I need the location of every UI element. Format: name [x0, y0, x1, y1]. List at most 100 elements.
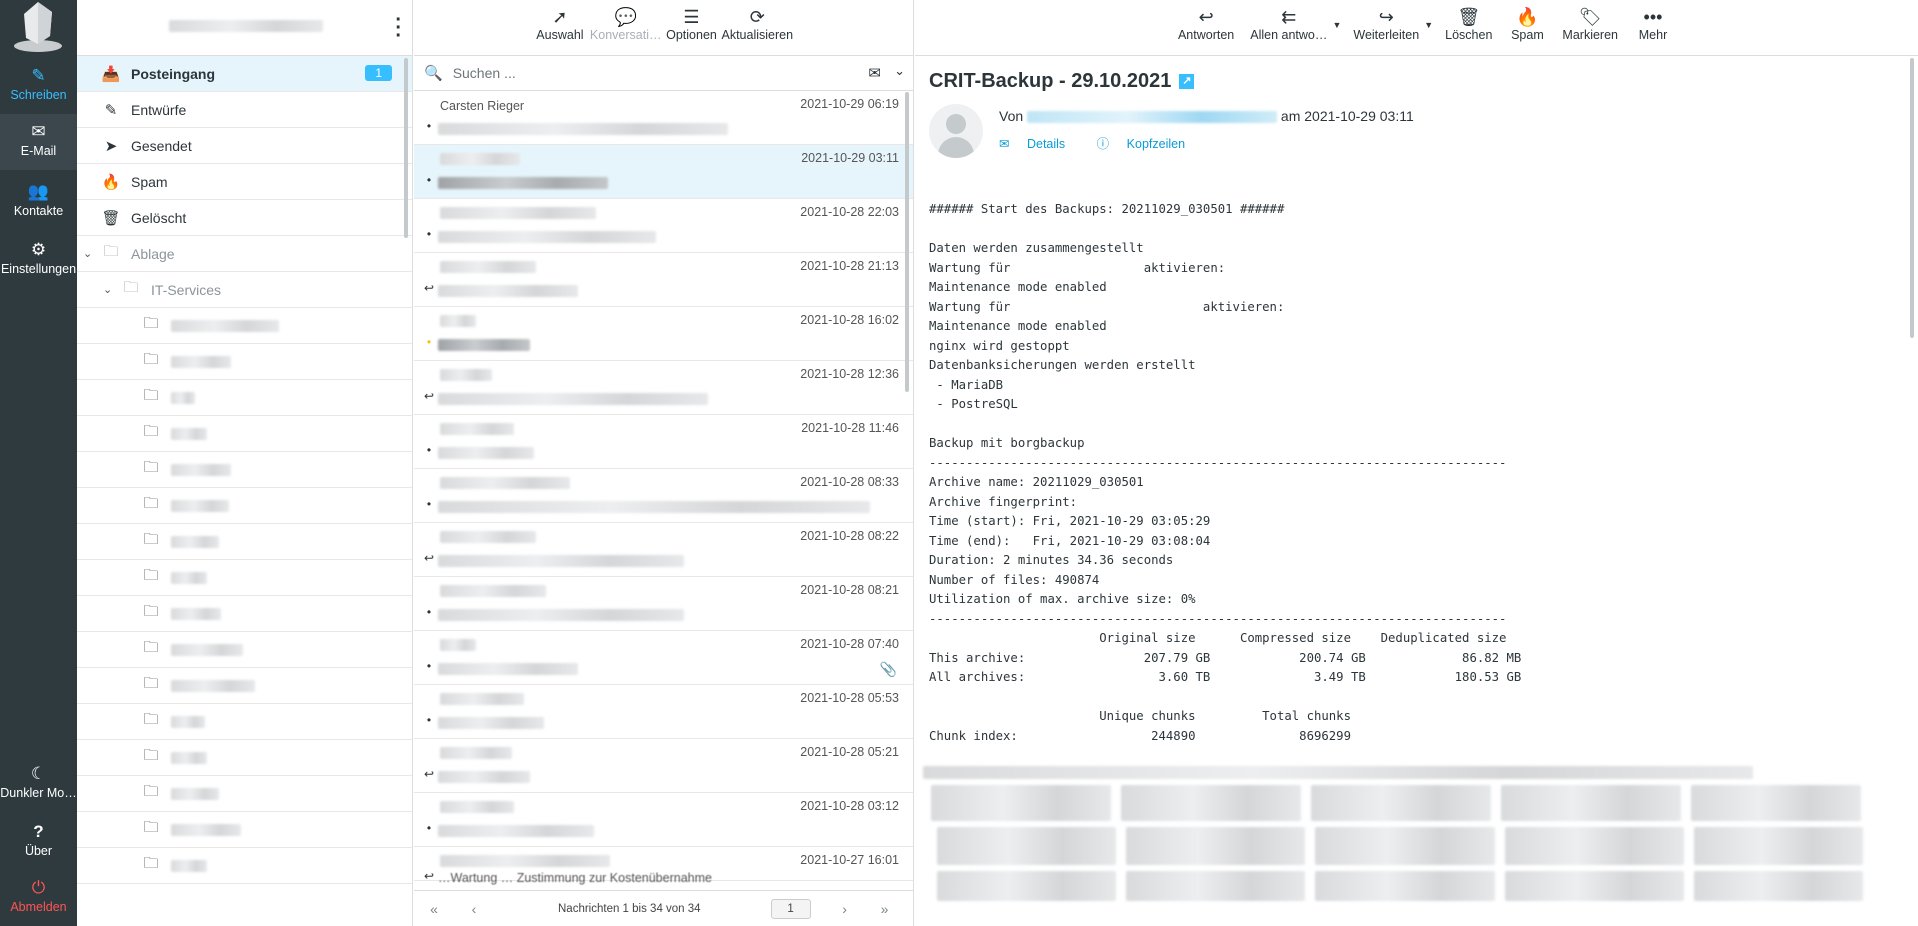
page-input[interactable]: 1	[770, 898, 811, 919]
mark-button[interactable]: 🏷 Markieren	[1556, 0, 1624, 55]
message-row[interactable]: 2021-10-28 08:21 •	[414, 577, 913, 631]
subfolder[interactable]: 🗀	[77, 632, 412, 668]
message-row[interactable]: 2021-10-28 05:53 •	[414, 685, 913, 739]
reply-icon: ↩	[1198, 7, 1214, 27]
delete-button[interactable]: 🗑 Löschen	[1439, 0, 1498, 55]
message-row[interactable]: 2021-10-28 08:22 ↩	[414, 523, 913, 577]
scrollbar[interactable]	[1910, 58, 1914, 338]
chevron-down-icon[interactable]: ⌄	[83, 247, 92, 260]
subfolder[interactable]: 🗀	[77, 488, 412, 524]
refresh-button[interactable]: ⟳ Aktualisieren	[721, 0, 793, 55]
folder-icon: 🗀	[143, 819, 159, 836]
message-date: 2021-10-28 07:40	[800, 637, 899, 651]
envelope-filter-icon[interactable]: ✉	[868, 64, 881, 82]
subfolder[interactable]: 🗀	[77, 668, 412, 704]
message-row[interactable]: 2021-10-28 22:03 •	[414, 199, 913, 253]
message-date: 2021-10-29 06:19	[800, 97, 899, 111]
caret-down-icon[interactable]: ▼	[1332, 20, 1341, 30]
message-row[interactable]: Carsten Rieger 2021-10-29 06:19 •	[414, 91, 913, 145]
more-vertical-icon[interactable]: · · ·	[395, 10, 402, 46]
details-link[interactable]: ✉ Details	[999, 137, 1079, 151]
spam-button[interactable]: 🔥 Spam	[1502, 0, 1552, 55]
subfolder[interactable]: 🗀	[77, 704, 412, 740]
last-page-icon[interactable]: »	[865, 901, 905, 917]
subfolder[interactable]: 🗀	[77, 776, 412, 812]
roundcube-logo[interactable]	[12, 0, 64, 52]
chevron-down-icon[interactable]: ⌄	[894, 63, 905, 79]
subfolder[interactable]: 🗀	[77, 452, 412, 488]
next-page-icon[interactable]: ›	[825, 901, 865, 917]
folder-archive[interactable]: ⌄ 🗀 Ablage	[77, 236, 412, 272]
message-date: 2021-10-28 22:03	[800, 205, 899, 219]
folder-icon: 🗀	[143, 459, 159, 476]
message-row[interactable]: 2021-10-28 03:12 •	[414, 793, 913, 847]
reply-button[interactable]: ↩ Antworten	[1172, 0, 1240, 55]
chevron-down-icon[interactable]: ⌄	[103, 283, 112, 296]
sender-address-redacted[interactable]	[1027, 111, 1278, 124]
body-line: nginx wird gestoppt	[929, 338, 1070, 353]
subfolder[interactable]: 🗀	[77, 380, 412, 416]
subfolder[interactable]: 🗀	[77, 524, 412, 560]
headers-link[interactable]: ⓘ Kopfzeilen	[1097, 137, 1199, 151]
logout-button[interactable]: ⏻ Abmelden	[0, 870, 77, 926]
folder-inbox[interactable]: 📥 Posteingang 1	[77, 56, 412, 92]
subfolder[interactable]: 🗀	[77, 308, 412, 344]
scrollbar[interactable]	[905, 92, 909, 392]
subfolder[interactable]: 🗀	[77, 740, 412, 776]
folder-icon: 🗀	[143, 567, 159, 584]
folder-trash[interactable]: 🗑 Gelöscht	[77, 200, 412, 236]
mail-button[interactable]: ✉ E-Mail	[0, 114, 77, 170]
folder-spam[interactable]: 🔥 Spam	[77, 164, 412, 200]
users-icon: 👥	[27, 182, 50, 201]
message-toolbar: ↩ Antworten ⇇ Allen antwo… ▼ ↪ Weiterlei…	[915, 0, 1918, 56]
message-row[interactable]: 2021-10-28 12:36 ↩	[414, 361, 913, 415]
subfolder[interactable]: 🗀	[77, 848, 412, 884]
external-link-icon[interactable]: ↗	[1179, 74, 1195, 90]
darkmode-button[interactable]: ☾ Dunkler Mo…	[0, 756, 77, 812]
about-button[interactable]: ? Über	[0, 814, 77, 870]
prev-page-icon[interactable]: ‹	[454, 901, 494, 917]
message-row[interactable]: 2021-10-28 07:40 • 📎	[414, 631, 913, 685]
contacts-button[interactable]: 👥 Kontakte	[0, 174, 77, 230]
search-input[interactable]: Suchen ...	[453, 65, 516, 81]
message-row-selected[interactable]: 2021-10-29 03:11 •	[414, 145, 913, 199]
body-line: Utilization of max. archive size: 0%	[929, 592, 1196, 606]
subfolder-name-redacted	[171, 499, 229, 512]
subfolder-name-redacted	[171, 355, 231, 368]
subfolder[interactable]: 🗀	[77, 596, 412, 632]
more-button[interactable]: ••• Mehr	[1628, 0, 1678, 55]
select-button[interactable]: ➚ Auswahl	[534, 0, 586, 55]
subfolder[interactable]: 🗀	[77, 812, 412, 848]
forward-button[interactable]: ↪ Weiterleiten ▼	[1347, 0, 1433, 55]
folder-itservices[interactable]: ⌄ 🗀 IT-Services	[77, 272, 412, 308]
folder-sent[interactable]: ➤ Gesendet	[77, 128, 412, 164]
settings-button[interactable]: ⚙ Einstellungen	[0, 232, 77, 288]
folder-drafts[interactable]: ✎ Entwürfe	[77, 92, 412, 128]
message-date: 2021-10-28 21:13	[800, 259, 899, 273]
message-date: 2021-10-28 11:46	[801, 421, 899, 435]
compose-button[interactable]: ✎ Schreiben	[0, 58, 77, 114]
message-row[interactable]: 2021-10-28 05:21 ↩	[414, 739, 913, 793]
message-row[interactable]: 2021-10-28 16:02 •	[414, 307, 913, 361]
reply-all-button[interactable]: ⇇ Allen antwo… ▼	[1244, 0, 1341, 55]
subfolder[interactable]: 🗀	[77, 416, 412, 452]
scrollbar[interactable]	[404, 58, 408, 238]
message-row[interactable]: 2021-10-27 16:01 ↩ …Wartung … Zustimmung…	[414, 847, 913, 885]
replied-icon: ↩	[423, 767, 435, 781]
search-bar[interactable]: 🔍 Suchen ... ✉ ⌄	[414, 56, 913, 91]
message-row[interactable]: 2021-10-28 11:46 •	[414, 415, 913, 469]
paperclip-icon: 📎	[879, 661, 897, 677]
first-page-icon[interactable]: «	[414, 901, 454, 917]
message-row[interactable]: 2021-10-28 21:13 ↩	[414, 253, 913, 307]
options-button[interactable]: ☰ Optionen	[665, 0, 717, 55]
threads-button[interactable]: 💬 Konversati…	[590, 0, 662, 55]
message-subject-redacted	[438, 501, 870, 513]
message-sender-redacted	[440, 585, 546, 597]
caret-down-icon[interactable]: ▼	[1424, 20, 1433, 30]
subfolder[interactable]: 🗀	[77, 560, 412, 596]
body-line: Archive fingerprint:	[929, 494, 1078, 509]
subfolder[interactable]: 🗀	[77, 344, 412, 380]
message-row[interactable]: 2021-10-28 08:33 •	[414, 469, 913, 523]
message-date: 2021-10-28 05:53	[800, 691, 899, 705]
body-line: Time (end): Fri, 2021-10-29 03:08:04	[929, 533, 1211, 548]
